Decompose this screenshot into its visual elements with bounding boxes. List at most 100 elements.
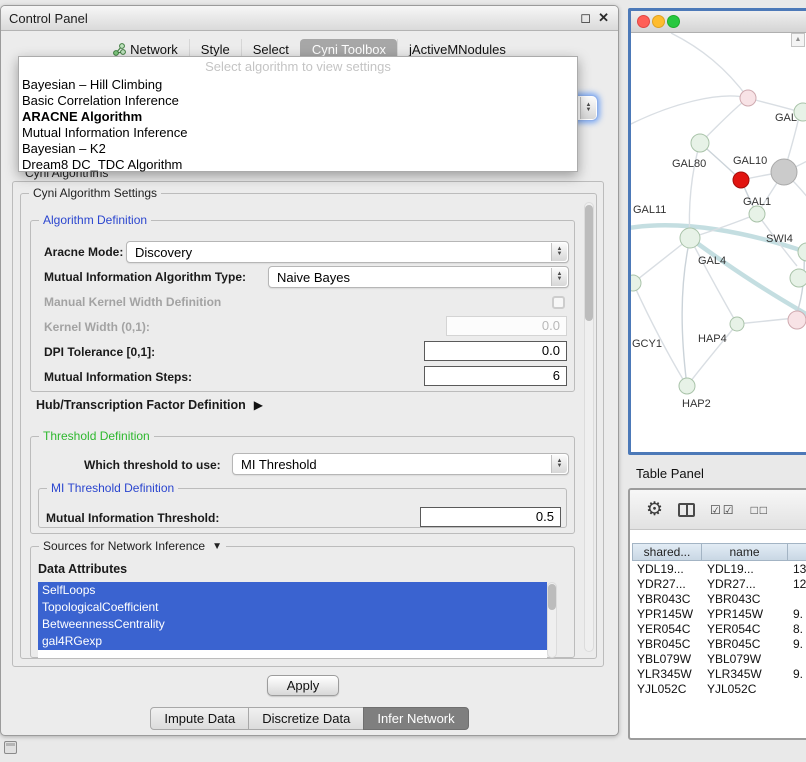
attribute-list-scrollbar-thumb[interactable] xyxy=(548,584,556,610)
tab-label: Select xyxy=(253,42,289,57)
combo-arrows-icon: ▲ ▼ xyxy=(551,243,567,261)
node-gal1[interactable] xyxy=(749,206,765,222)
network-canvas[interactable]: GAL GAL80 GAL10 GAL11 GAL1 SWI4 GAL4 GCY… xyxy=(631,33,806,452)
table-cell: YJL052C xyxy=(632,682,702,697)
table-cell: YBR045C xyxy=(632,637,702,652)
dropdown-item[interactable]: Basic Correlation Inference xyxy=(19,93,577,109)
dropdown-item-selected[interactable]: ARACNE Algorithm xyxy=(19,109,577,125)
table-cell: YDL19... xyxy=(632,562,702,577)
node-label: GAL11 xyxy=(633,204,666,216)
node-label: GAL xyxy=(775,112,797,124)
node-label: HAP4 xyxy=(698,333,727,345)
node-gal10[interactable] xyxy=(733,172,749,188)
table-cell: 9. xyxy=(788,637,806,652)
table-cell: YDL19... xyxy=(702,562,788,577)
attribute-list-item[interactable]: gal4RGexp xyxy=(38,633,547,650)
group-title-threshold: Threshold Definition xyxy=(39,429,154,443)
dock-panel-icon[interactable] xyxy=(4,741,17,754)
canvas-scroll-up-button[interactable]: ▲ xyxy=(791,33,805,47)
table-panel-window: ⚙ ☑☑ □□ shared... name YDL19... YDL19...… xyxy=(628,488,806,740)
attribute-list-item[interactable]: TopologicalCoefficient xyxy=(38,599,547,616)
mi-steps-field[interactable]: 6 xyxy=(424,366,567,386)
network-edge xyxy=(633,283,687,386)
attribute-list-item[interactable]: BetweennessCentrality xyxy=(38,616,547,633)
group-title-sources[interactable]: Sources for Network Inference ▼ xyxy=(39,539,226,553)
table-cell: YPR145W xyxy=(702,607,788,622)
kernel-width-label: Kernel Width (0,1): xyxy=(44,320,150,334)
mi-type-combobox[interactable]: Naive Bayes ▲ ▼ xyxy=(268,266,569,288)
attribute-list-item[interactable]: SelfLoops xyxy=(38,582,547,599)
table-row[interactable]: YDR27... YDR27... 12 xyxy=(632,577,806,592)
column-header-cut[interactable] xyxy=(787,543,806,561)
deselect-all-icon[interactable]: □□ xyxy=(751,503,770,517)
collapse-arrow-icon[interactable]: ▼ xyxy=(212,541,222,552)
node-unlabeled-green-right[interactable] xyxy=(790,269,806,287)
apply-button[interactable]: Apply xyxy=(267,675,339,696)
tab-discretize-data[interactable]: Discretize Data xyxy=(248,707,364,730)
node-unlabeled-gray[interactable] xyxy=(771,159,797,185)
table-toolbar: ⚙ ☑☑ □□ xyxy=(630,490,806,530)
table-row[interactable]: YBR045C YBR045C 9. xyxy=(632,637,806,652)
table-row[interactable]: YER054C YER054C 8. xyxy=(632,622,806,637)
table-row[interactable]: YBL079W YBL079W xyxy=(632,652,806,667)
dropdown-item[interactable]: Bayesian – K2 xyxy=(19,141,577,157)
desktop: Control Panel ◻ ✕ Network Style Select xyxy=(0,0,806,762)
combo-arrows-icon: ▲ ▼ xyxy=(580,97,596,119)
select-all-checks-icon[interactable]: ☑☑ xyxy=(710,503,736,517)
columns-icon[interactable] xyxy=(678,503,695,517)
dropdown-item[interactable]: Bayesian – Hill Climbing xyxy=(19,77,577,93)
column-header-name[interactable]: name xyxy=(701,543,788,561)
table-row[interactable]: YDL19... YDL19... 13 xyxy=(632,562,806,577)
expand-arrow-icon[interactable]: ▶ xyxy=(254,398,263,412)
manual-kernel-label: Manual Kernel Width Definition xyxy=(44,295,221,309)
node-hap4[interactable] xyxy=(730,317,744,331)
minimize-traffic-light[interactable] xyxy=(652,15,665,28)
network-edge xyxy=(690,238,806,328)
gear-icon[interactable]: ⚙ xyxy=(646,500,663,519)
network-edge xyxy=(737,318,795,324)
dropdown-item[interactable]: Mutual Information Inference xyxy=(19,125,577,141)
node-unlabeled-pink[interactable] xyxy=(740,90,756,106)
which-threshold-combobox[interactable]: MI Threshold ▲ ▼ xyxy=(232,453,569,475)
node-label: SWI4 xyxy=(766,233,793,245)
combo-arrows-icon: ▲ ▼ xyxy=(551,455,567,473)
table-row[interactable]: YPR145W YPR145W 9. xyxy=(632,607,806,622)
table-row[interactable]: YBR043C YBR043C xyxy=(632,592,806,607)
node-gal80[interactable] xyxy=(691,134,709,152)
attribute-list: SelfLoops TopologicalCoefficient Between… xyxy=(38,582,547,658)
table-cell: 9. xyxy=(788,607,806,622)
tab-label: Cyni Toolbox xyxy=(312,42,386,57)
network-view-window: GAL GAL80 GAL10 GAL11 GAL1 SWI4 GAL4 GCY… xyxy=(628,8,806,455)
table-row[interactable]: YLR345W YLR345W 9. xyxy=(632,667,806,682)
node-gal4[interactable] xyxy=(680,228,700,248)
dropdown-item[interactable]: Dream8 DC_TDC Algorithm xyxy=(19,157,577,173)
table-cell: YPR145W xyxy=(632,607,702,622)
table-cell: 8. xyxy=(788,622,806,637)
column-header-shared-name[interactable]: shared... xyxy=(632,543,702,561)
node-hap2[interactable] xyxy=(679,378,695,394)
control-panel-titlebar[interactable]: Control Panel ◻ ✕ xyxy=(1,6,618,31)
table-cell xyxy=(788,652,806,667)
manual-kernel-checkbox[interactable] xyxy=(552,296,565,309)
hub-tf-section-header[interactable]: Hub/Transcription Factor Definition ▶ xyxy=(36,398,263,412)
tab-impute-data[interactable]: Impute Data xyxy=(150,707,249,730)
table-cell: YJL052C xyxy=(702,682,788,697)
aracne-mode-combobox[interactable]: Discovery ▲ ▼ xyxy=(126,241,569,263)
node-label: GCY1 xyxy=(632,338,662,350)
arrow-down-icon: ▼ xyxy=(586,108,592,113)
settings-scrollbar-thumb[interactable] xyxy=(585,205,593,321)
tab-infer-network[interactable]: Infer Network xyxy=(363,707,468,730)
node-unlabeled-pink-right[interactable] xyxy=(788,311,806,329)
network-window-titlebar[interactable] xyxy=(631,11,806,33)
dpi-tolerance-field[interactable]: 0.0 xyxy=(424,341,567,361)
table-row[interactable]: YJL052C YJL052C xyxy=(632,682,806,697)
close-traffic-light[interactable] xyxy=(637,15,650,28)
zoom-traffic-light[interactable] xyxy=(667,15,680,28)
table-cell: 9. xyxy=(788,667,806,682)
node-swi4[interactable] xyxy=(798,243,806,261)
float-window-icon[interactable]: ◻ xyxy=(580,10,591,26)
kernel-width-field[interactable]: 0.0 xyxy=(446,316,567,336)
mi-type-label: Mutual Information Algorithm Type: xyxy=(44,270,246,284)
mi-threshold-field[interactable]: 0.5 xyxy=(420,507,561,527)
close-icon[interactable]: ✕ xyxy=(598,10,609,26)
